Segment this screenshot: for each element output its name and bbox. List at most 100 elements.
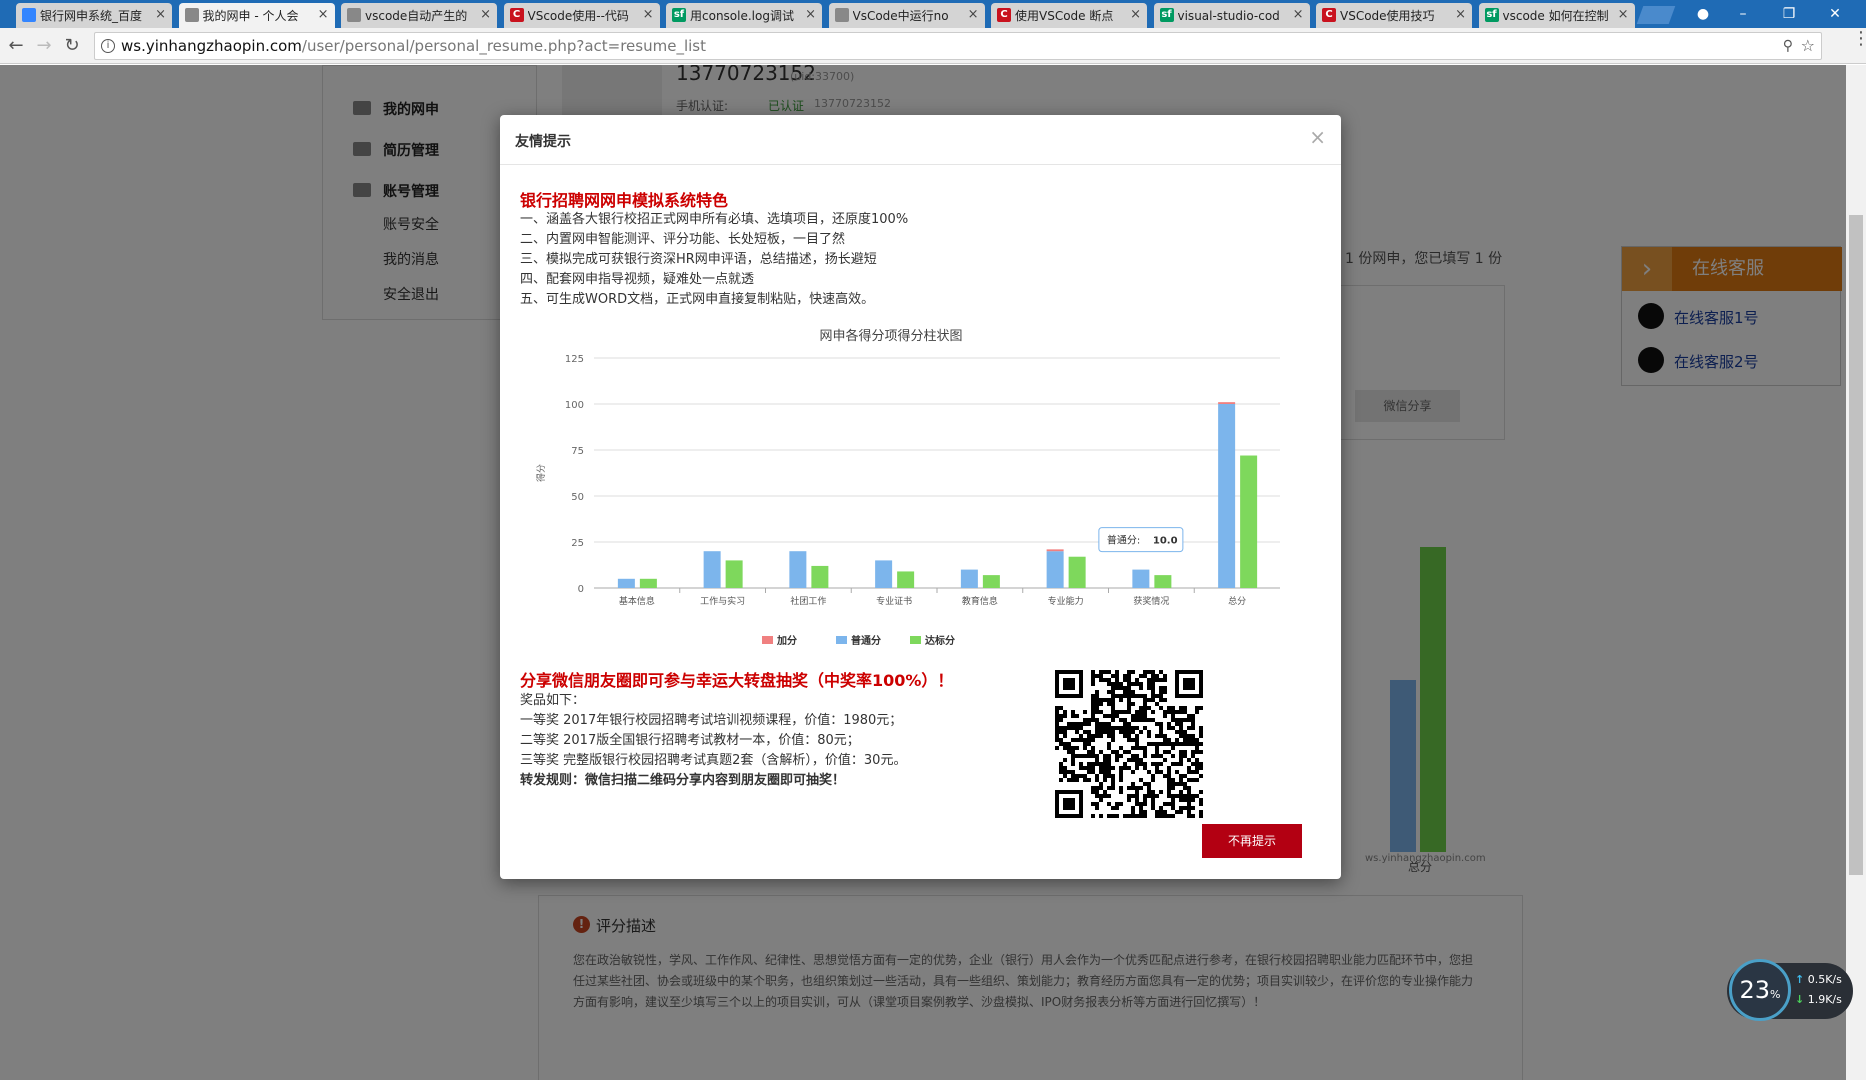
qr-module [1175,738,1179,742]
minimize-button[interactable]: – [1720,0,1766,28]
qr-module [1115,710,1119,714]
dont-show-again-button[interactable]: 不再提示 [1202,824,1302,858]
browser-tab[interactable]: C VSCode使用技巧 × [1316,3,1472,28]
qr-module [1135,754,1139,758]
qr-module [1083,738,1087,742]
bar-reach-score [639,578,657,588]
back-button[interactable]: ← [4,34,28,58]
qr-module [1103,774,1107,778]
qr-module [1167,766,1171,770]
cpu-usage: 23% [1729,959,1791,1021]
info-icon[interactable]: i [101,39,115,53]
qr-module [1171,714,1175,718]
qr-module [1151,710,1155,714]
browser-menu-icon[interactable]: ⋮ [1852,30,1866,48]
qr-module [1091,790,1095,794]
key-icon[interactable]: ⚲ [1783,33,1793,59]
qr-module [1139,758,1143,762]
qr-module [1131,794,1135,798]
qr-module [1159,690,1163,694]
close-tab-icon[interactable]: × [1130,7,1141,22]
qr-module [1175,722,1179,726]
qr-module [1107,766,1111,770]
qr-module [1111,726,1115,730]
qr-module [1103,794,1107,798]
browser-tab[interactable]: sf visual-studio-cod × [1153,3,1310,28]
reload-button[interactable]: ↻ [60,34,84,58]
qr-module [1175,730,1179,734]
qr-module [1131,670,1135,674]
close-icon[interactable]: × [1309,125,1326,149]
close-tab-icon[interactable]: × [318,7,329,22]
browser-tab[interactable]: sf vscode 如何在控制 × [1478,3,1635,28]
qr-module [1107,814,1111,818]
browser-tab[interactable]: C 使用VSCode 断点 × [991,3,1147,28]
browser-tab[interactable]: 银行网申系统_百度 × [16,3,172,28]
qr-module [1191,742,1195,746]
close-tab-icon[interactable]: × [968,7,979,22]
forward-button[interactable]: → [32,34,56,58]
close-tab-icon[interactable]: × [643,7,654,22]
qr-module [1183,710,1187,714]
address-bar[interactable]: i ws.yinhangzhaopin.com/user/personal/pe… [94,32,1822,60]
legend-swatch [836,636,847,644]
qr-module [1191,806,1195,810]
qr-module [1171,710,1175,714]
browser-tab[interactable]: C VScode使用--代码 × [503,3,660,28]
modal-title: 友情提示 [515,134,571,150]
bookmark-star-icon[interactable]: ☆ [1801,33,1815,59]
qr-module [1103,678,1107,682]
qr-module [1087,734,1091,738]
qr-module [1191,754,1195,758]
close-tab-icon[interactable]: × [1618,7,1629,22]
qr-module [1059,770,1063,774]
qr-module [1063,774,1067,778]
qr-module [1195,770,1199,774]
browser-tab[interactable]: 我的网申 - 个人会 × [178,3,335,28]
csdn-icon: C [509,8,524,22]
qr-module [1103,766,1107,770]
browser-tab[interactable]: VsCode中运行no × [828,3,985,28]
qr-module [1167,750,1171,754]
qr-module [1059,718,1063,722]
qr-module [1135,678,1139,682]
qr-module [1135,726,1139,730]
new-tab-button[interactable] [1636,6,1676,24]
close-tab-icon[interactable]: × [1455,7,1466,22]
qr-module [1079,722,1083,726]
scrollbar-thumb[interactable] [1849,215,1863,875]
close-window-button[interactable]: ✕ [1812,0,1858,28]
qr-module [1179,810,1183,814]
qr-module [1135,802,1139,806]
qr-module [1099,798,1103,802]
qr-module [1059,778,1063,782]
browser-tab[interactable]: vscode自动产生的 × [341,3,497,28]
close-tab-icon[interactable]: × [1293,7,1304,22]
qr-module [1151,670,1155,674]
browser-tab[interactable]: sf 用console.log调试 × [666,3,822,28]
qr-module [1115,806,1119,810]
qr-module [1107,746,1111,750]
qr-module [1175,762,1179,766]
qr-module [1155,694,1159,698]
close-tab-icon[interactable]: × [155,7,166,22]
y-tick-label: 75 [571,446,584,457]
qr-module [1187,806,1191,810]
qr-module [1119,710,1123,714]
close-tab-icon[interactable]: × [480,7,491,22]
tooltip-value: 10.0 [1153,536,1178,547]
qr-module [1159,790,1163,794]
bar-reach-score [1154,575,1172,588]
qr-module [1119,774,1123,778]
bar-normal-score [789,551,807,588]
feature-item: 一、涵盖各大银行校招正式网申所有必填、选填项目，还原度100% [520,212,909,227]
qr-module [1107,758,1111,762]
qr-module [1167,786,1171,790]
qr-module [1155,766,1159,770]
tab-strip: 银行网申系统_百度 × 我的网申 - 个人会 × vscode自动产生的 × C VScode… [0,0,1866,28]
qr-module [1111,730,1115,734]
qr-module [1151,698,1155,702]
close-tab-icon[interactable]: × [805,7,816,22]
restore-button[interactable]: ❐ [1766,0,1812,28]
qr-module [1055,738,1059,742]
